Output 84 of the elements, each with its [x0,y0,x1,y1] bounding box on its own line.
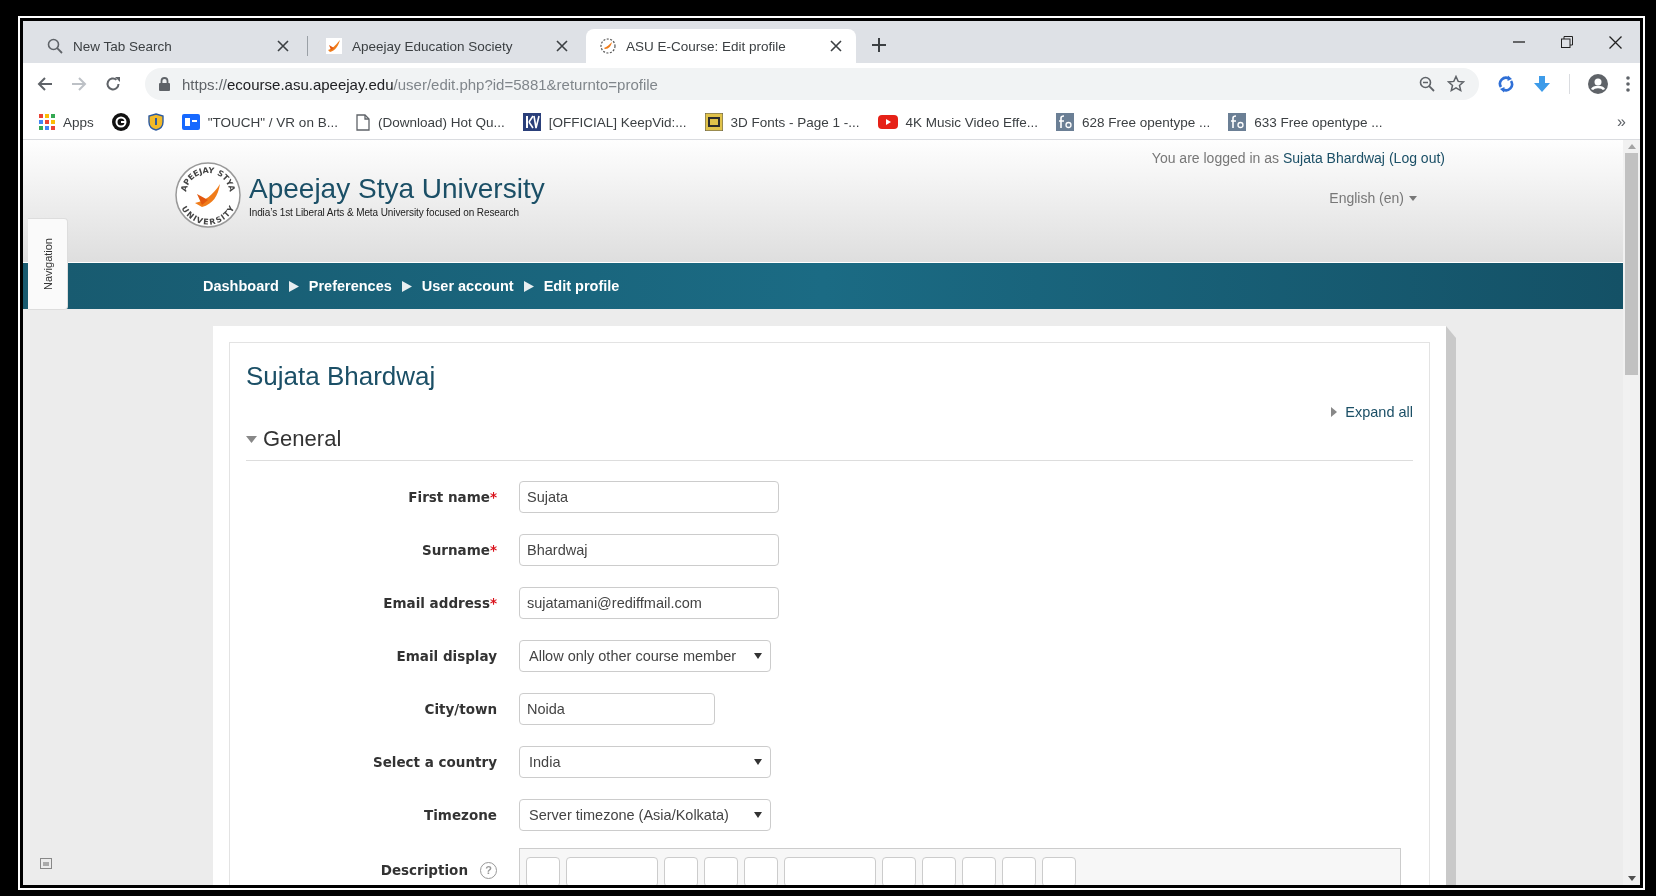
close-icon[interactable] [277,40,289,52]
field-label: Email address* [383,595,497,611]
separator-icon [288,280,299,292]
close-icon[interactable] [556,40,568,52]
bookmark[interactable]: [OFFICIAL] KeepVid:... [522,113,687,131]
bookmark[interactable]: 628 Free opentype ... [1055,113,1211,131]
bookmark[interactable]: 633 Free opentype ... [1228,113,1383,131]
scrollbar-thumb[interactable] [1625,153,1638,375]
apps-grid-icon[interactable] [39,114,55,130]
shield-icon[interactable] [147,113,164,131]
tile-icon [1055,113,1074,131]
bookmarks-overflow-chevron[interactable]: » [1617,113,1626,131]
browser-tab[interactable]: ASU E-Course: Edit profile [586,29,856,63]
site-tagline: India’s 1st Liberal Arts & Meta University focused on Research [249,206,520,218]
emblem-icon [600,38,616,54]
lock-icon [159,77,170,91]
breadcrumb-link[interactable]: Dashboard [203,278,279,294]
text-field[interactable]: Bhardwaj [519,534,779,566]
profile-icon[interactable] [1588,74,1608,94]
address-bar[interactable]: https://ecourse.asu.apeejay.edu/user/edit.php?id=5881&returnto=profile [145,68,1479,100]
back-arrow-icon[interactable] [37,76,53,92]
close-icon[interactable] [830,40,842,52]
text-field[interactable]: Sujata [519,481,779,513]
site-title: Apeejay Stya University [249,172,545,205]
reload-icon[interactable] [105,76,121,92]
star-icon[interactable] [1447,75,1465,93]
dropdown-arrow-icon [754,812,762,818]
language-menu[interactable]: English (en) [1329,190,1417,206]
scroll-down-arrow-icon[interactable] [1627,876,1636,881]
tile-icon [1228,113,1247,131]
dock-icon[interactable] [40,858,52,869]
field-label: City/town [424,701,497,717]
tile-icon [522,113,541,131]
bookmark[interactable]: (Download) Hot Qu... [355,113,505,131]
login-status-text: You are logged in as [1151,150,1279,166]
bookmark[interactable]: Apps [39,114,94,130]
search-icon [47,38,63,54]
block-dock-handle[interactable] [1446,326,1456,885]
navigation-drawer-tab[interactable]: Navigation [28,218,68,310]
dropdown-arrow-icon [754,653,762,659]
text-field[interactable]: Noida [519,693,715,725]
separator-icon [523,280,534,292]
page-icon [355,113,370,131]
field-label: Description ? [380,861,497,879]
bookmark[interactable]: 3D Fonts - Page 1 -... [704,113,860,131]
breadcrumb-link[interactable]: Preferences [308,278,392,294]
expand-all-link[interactable]: Expand all [1331,404,1413,420]
browser-tab[interactable]: New Tab Search [33,29,303,63]
field-label: First name* [408,489,497,505]
caret-icon [1409,195,1417,201]
select-field[interactable]: Server timezone (Asia/Kolkata) [519,799,771,831]
restore-icon[interactable] [1561,36,1573,48]
field-label: Select a country [372,754,497,770]
play-icon [877,115,898,129]
dropdown-arrow-icon [754,759,762,765]
bookmark[interactable]: 4K Music Video Effe... [877,114,1038,130]
caret-icon [1331,407,1338,417]
select-field[interactable]: Allow only other course member [519,640,771,672]
close-icon[interactable] [1609,35,1622,49]
sync-icon[interactable] [1497,75,1515,93]
browser-tab[interactable]: Apeejay Education Society [312,29,582,63]
logout-link[interactable]: (Log out) [1388,150,1445,166]
tile-icon [181,114,200,130]
field-label: Timezone [424,807,497,823]
section-header[interactable]: General [246,420,1413,461]
zoom-out-icon[interactable] [1419,76,1435,92]
field-label: Surname* [422,542,497,558]
text-field[interactable]: sujatamani@rediffmail.com [519,587,779,619]
field-label: Email display [396,648,497,664]
bird-icon [326,38,342,54]
page-heading: Sujata Bhardwaj [246,361,437,392]
plus-icon[interactable] [872,38,886,52]
select-field[interactable]: India [519,746,771,778]
circle-icon[interactable] [111,113,130,131]
scrollbar[interactable] [1623,140,1640,885]
breadcrumb-link[interactable]: User account [421,278,514,294]
tile-icon [704,113,723,131]
separator-icon [401,280,412,292]
url-text: https://ecourse.asu.apeejay.edu/user/edit.php?id=5881&returnto=profile [182,75,659,93]
more-menu-icon[interactable] [1626,76,1630,92]
bookmark[interactable]: "TOUCH" / VR on B... [181,114,338,130]
user-name-link[interactable]: Sujata Bhardwaj [1283,150,1385,166]
breadcrumb-link[interactable]: Edit profile [543,278,620,294]
download-arrow-icon[interactable] [1533,75,1551,93]
